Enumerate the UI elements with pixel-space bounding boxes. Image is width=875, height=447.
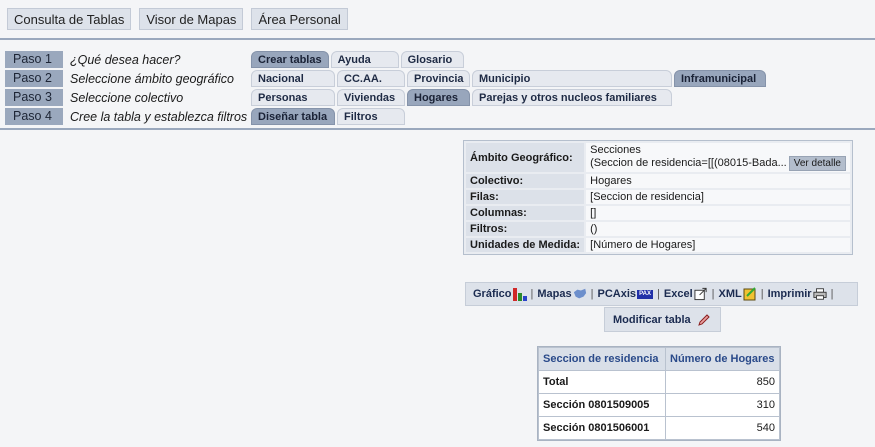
columnas-value: []: [586, 206, 850, 220]
xml-icon: [743, 287, 756, 301]
table-row: Sección 0801506001 540: [539, 417, 779, 439]
ambito-line1: Secciones: [590, 144, 641, 156]
steps-panel: Paso 1 ¿Qué desea hacer? Crear tablas Ay…: [5, 50, 768, 126]
xml-label: XML: [718, 288, 742, 300]
step-row-2: Paso 2 Seleccione ámbito geográfico Naci…: [5, 69, 768, 88]
summary-row-unidades: Unidades de Medida: [Número de Hogares]: [466, 238, 850, 252]
step-question: Cree la tabla y establezca filtros: [70, 109, 248, 124]
summary-row-filtros: Filtros: (): [466, 222, 850, 236]
grafico-button[interactable]: Gráfico: [473, 287, 527, 301]
option-disenar-tabla[interactable]: Diseñar tabla: [251, 108, 335, 125]
top-navigation: Consulta de Tablas Visor de Mapas Área P…: [7, 8, 348, 30]
ambito-line2-wrap: (Seccion de residencia=[[(08015-Bada... V…: [590, 156, 846, 171]
ambito-line2: (Seccion de residencia=[[(08015-Bada...: [590, 157, 787, 169]
ambito-label: Ámbito Geográfico:: [466, 143, 585, 172]
tab-consulta-de-tablas[interactable]: Consulta de Tablas: [7, 8, 132, 30]
divider-steps: [0, 128, 875, 130]
option-glosario[interactable]: Glosario: [400, 51, 464, 68]
option-municipio[interactable]: Municipio: [472, 70, 672, 87]
step-number: Paso 2: [5, 70, 63, 87]
bar-chart-icon: [512, 288, 527, 301]
divider-top: [0, 38, 875, 40]
results-header-row: Seccion de residencia Número de Hogares: [539, 348, 779, 370]
step-number: Paso 1: [5, 51, 63, 68]
row-value: 540: [666, 417, 779, 439]
colectivo-value: Hogares: [586, 174, 850, 188]
filas-label: Filas:: [466, 190, 585, 204]
row-value: 850: [666, 371, 779, 393]
table-row: Sección 0801509005 310: [539, 394, 779, 416]
option-hogares[interactable]: Hogares: [407, 89, 470, 106]
ambito-value: Secciones (Seccion de residencia=[[(0801…: [586, 143, 850, 172]
excel-icon: [694, 287, 707, 301]
modificar-tabla-button[interactable]: Modificar tabla: [604, 307, 721, 332]
filas-value: [Seccion de residencia]: [586, 190, 850, 204]
step-row-3: Paso 3 Seleccione colectivo Personas Viv…: [5, 88, 768, 107]
colectivo-label: Colectivo:: [466, 174, 585, 188]
unidades-label: Unidades de Medida:: [466, 238, 585, 252]
xml-button[interactable]: XML: [718, 287, 756, 301]
pencil-icon: [697, 313, 710, 326]
imprimir-button[interactable]: Imprimir: [768, 287, 827, 301]
option-inframunicipal[interactable]: Inframunicipal: [674, 70, 766, 87]
query-summary-table: Ámbito Geográfico: Secciones (Seccion de…: [463, 140, 853, 255]
option-provincia[interactable]: Provincia: [407, 70, 470, 87]
step-question: Seleccione colectivo: [70, 90, 184, 105]
filtros-label: Filtros:: [466, 222, 585, 236]
toolbar-separator: |: [657, 288, 660, 300]
row-label: Sección 0801506001: [539, 417, 665, 439]
tab-visor-de-mapas[interactable]: Visor de Mapas: [139, 8, 244, 30]
row-label: Total: [539, 371, 665, 393]
step-row-1: Paso 1 ¿Qué desea hacer? Crear tablas Ay…: [5, 50, 768, 69]
toolbar-separator: |: [711, 288, 715, 300]
summary-row-ambito: Ámbito Geográfico: Secciones (Seccion de…: [466, 143, 850, 172]
filtros-value: (): [586, 222, 850, 236]
summary-row-colectivo: Colectivo: Hogares: [466, 174, 850, 188]
pcaxis-icon: PAX: [637, 289, 654, 299]
modificar-label: Modificar tabla: [613, 313, 691, 326]
option-crear-tablas[interactable]: Crear tablas: [251, 51, 329, 68]
row-label: Sección 0801509005: [539, 394, 665, 416]
printer-icon: [813, 288, 827, 300]
step-question: Seleccione ámbito geográfico: [70, 71, 234, 86]
option-ccaa[interactable]: CC.AA.: [337, 70, 405, 87]
map-icon: [573, 288, 586, 299]
export-toolbar: Gráfico | Mapas | PCAxis PAX | Excel | X…: [465, 282, 858, 306]
summary-row-columnas: Columnas: []: [466, 206, 850, 220]
column-header-seccion: Seccion de residencia: [539, 348, 665, 370]
mapas-button[interactable]: Mapas: [537, 287, 586, 301]
toolbar-separator: |: [590, 288, 594, 300]
option-nacional[interactable]: Nacional: [251, 70, 335, 87]
toolbar-separator: |: [760, 288, 764, 300]
mapas-label: Mapas: [537, 288, 572, 300]
option-parejas[interactable]: Parejas y otros nucleos familiares: [472, 89, 672, 106]
toolbar-separator: |: [830, 288, 834, 300]
ver-detalle-button[interactable]: Ver detalle: [788, 156, 846, 171]
imprimir-label: Imprimir: [767, 288, 812, 300]
step-row-4: Paso 4 Cree la tabla y establezca filtro…: [5, 107, 768, 126]
option-personas[interactable]: Personas: [251, 89, 335, 106]
toolbar-separator: |: [530, 288, 534, 300]
option-ayuda[interactable]: Ayuda: [330, 51, 399, 68]
unidades-value: [Número de Hogares]: [586, 238, 850, 252]
pcaxis-button[interactable]: PCAxis PAX: [597, 288, 654, 300]
row-value: 310: [666, 394, 779, 416]
columnas-label: Columnas:: [466, 206, 585, 220]
option-viviendas[interactable]: Viviendas: [337, 89, 405, 106]
option-filtros[interactable]: Filtros: [337, 108, 405, 125]
results-table: Seccion de residencia Número de Hogares …: [537, 346, 781, 441]
summary-row-filas: Filas: [Seccion de residencia]: [466, 190, 850, 204]
excel-button[interactable]: Excel: [664, 287, 708, 301]
column-header-hogares: Número de Hogares: [666, 348, 779, 370]
tab-area-personal[interactable]: Área Personal: [251, 8, 348, 30]
grafico-label: Gráfico: [473, 288, 512, 300]
excel-label: Excel: [663, 288, 693, 300]
step-number: Paso 3: [5, 89, 63, 106]
table-row: Total 850: [539, 371, 779, 393]
step-question: ¿Qué desea hacer?: [70, 52, 181, 67]
pcaxis-label: PCAxis: [597, 288, 637, 300]
step-number: Paso 4: [5, 108, 63, 125]
